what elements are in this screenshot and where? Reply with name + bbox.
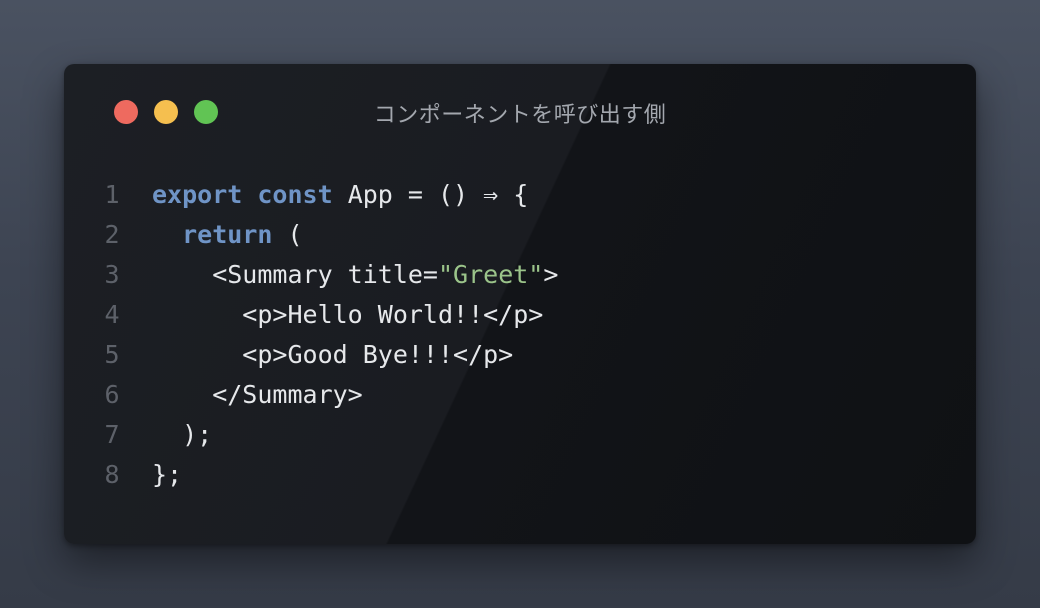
keyword-token: return <box>182 220 273 249</box>
code-line: 2 return ( <box>64 215 976 255</box>
line-number: 7 <box>104 420 120 449</box>
line-number: 4 <box>104 300 120 329</box>
string-token: "Greet" <box>437 260 544 289</box>
code-line: 1 export const App = () ⇒ { <box>64 175 976 215</box>
code-line: 5 <p>Good Bye!!!</p> <box>64 335 976 375</box>
keyword-token: export <box>152 180 243 209</box>
code-line: 4 <p>Hello World!!</p> <box>64 295 976 335</box>
keyword-token: const <box>257 180 333 209</box>
line-number: 5 <box>104 340 120 369</box>
code-text: <p>Hello World!!</p> <box>152 295 543 335</box>
code-text: export const App = () ⇒ { <box>152 175 528 215</box>
code-line: 8}; <box>64 455 976 495</box>
line-number: 1 <box>104 180 120 209</box>
code-token: <Summary title= <box>152 260 438 289</box>
window-title: コンポーネントを呼び出す側 <box>373 103 667 128</box>
code-token: <p>Good Bye!!!</p> <box>152 340 514 369</box>
code-line: 7 ); <box>64 415 976 455</box>
code-window: コンポーネントを呼び出す側 1 export const App = () ⇒ {… <box>64 64 976 544</box>
line-number: 3 <box>104 260 120 289</box>
code-line: 3 <Summary title="Greet"> <box>64 255 976 295</box>
line-number: 2 <box>104 220 120 249</box>
code-line: 6 </Summary> <box>64 375 976 415</box>
code-token: ); <box>152 420 213 449</box>
code-text: <Summary title="Greet"> <box>152 255 558 295</box>
code-text: }; <box>152 455 182 495</box>
code-text: <p>Good Bye!!!</p> <box>152 335 513 375</box>
code-text: </Summary> <box>152 375 363 415</box>
line-number: 6 <box>104 380 120 409</box>
code-token: > <box>543 260 559 289</box>
code-text: return ( <box>152 215 303 255</box>
code-token: <p>Hello World!!</p> <box>152 300 544 329</box>
code-block: 1 export const App = () ⇒ {2 return (3 <S… <box>64 175 976 495</box>
code-text: ); <box>152 415 212 455</box>
title-bar: コンポーネントを呼び出す側 <box>64 64 976 156</box>
code-token: </Summary> <box>152 380 363 409</box>
code-token: ( <box>272 220 303 249</box>
line-number: 8 <box>104 460 120 489</box>
code-token: App = () ⇒ { <box>332 180 529 209</box>
code-token: }; <box>152 460 183 489</box>
